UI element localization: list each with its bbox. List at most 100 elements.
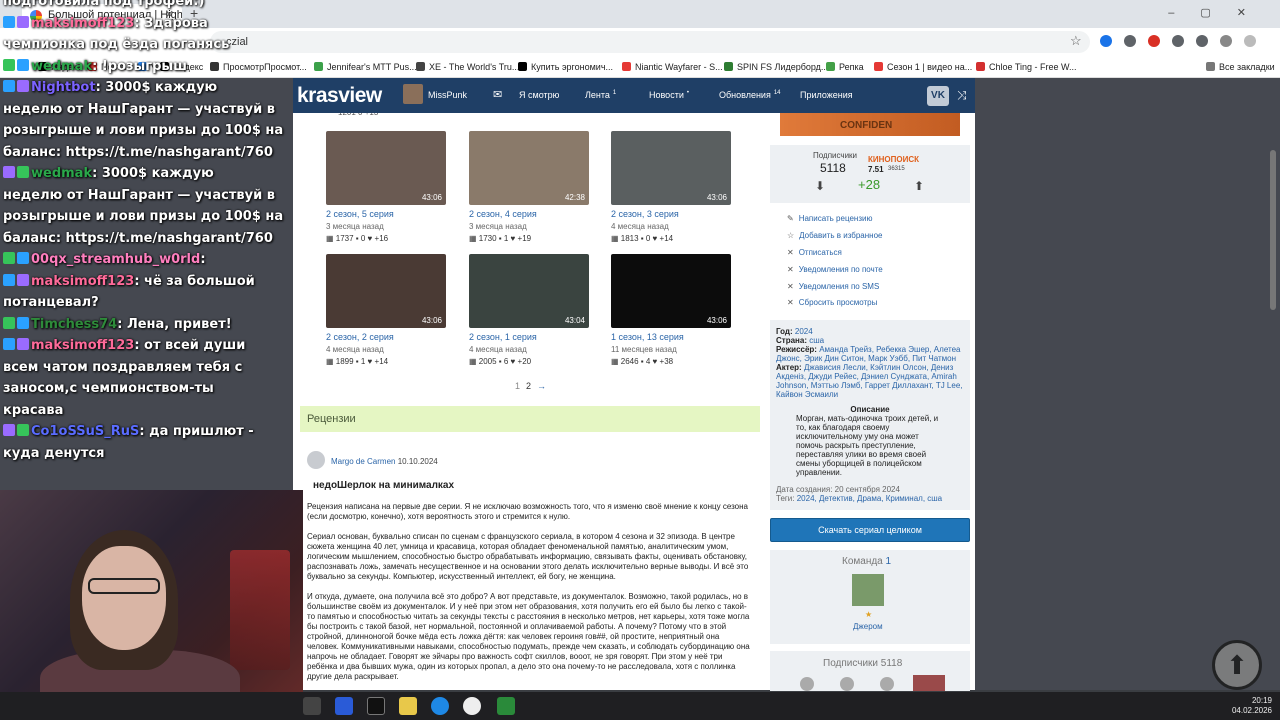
taskbar-app-icon[interactable] [497,697,515,715]
info-value[interactable]: 2024 [795,327,813,336]
bookmark-star-icon[interactable]: ☆ [1070,33,1082,49]
address-input[interactable]: czial [210,31,1090,53]
window-controls[interactable]: –▢✕ [1168,6,1272,19]
action-icon: ☆ [787,231,795,240]
sidebar-action[interactable]: ✎ Написать рецензию [787,214,872,223]
episode-title[interactable]: 2 сезон, 5 серия [326,209,456,219]
chat-badge-icon [3,166,15,178]
download-series-button[interactable]: Скачать сериал целиком [770,518,970,542]
comments-icon: ▪ [638,234,646,243]
bookmark-item[interactable]: Chloe Ting - Free W... [976,62,1077,72]
taskbar-app-icon[interactable] [399,697,417,715]
info-value[interactable]: Джависия Лесли, Кэйтлин Олсон, Дениз Акд… [776,363,963,399]
team-member-name[interactable]: Джером [853,622,883,631]
page-2[interactable]: 2 [526,381,531,391]
chat-message: : 3000$ каждую [95,80,218,95]
user-name[interactable]: MissPunk [428,90,467,100]
episode-card[interactable]: 43:06 2 сезон, 3 серия 4 месяца назад ▦ 181… [611,131,741,243]
episode-title[interactable]: 2 сезон, 1 серия [469,332,599,342]
downloads-icon[interactable] [1196,35,1208,47]
menu-dots-icon[interactable] [1244,35,1256,47]
nav-item-watching[interactable]: Я смотрю [519,90,562,100]
bookmark-item[interactable]: Сезон 1 | видео на... [874,62,972,72]
page-scrollbar[interactable] [1270,150,1276,310]
taskbar-app-icon[interactable] [431,697,449,715]
scroll-to-top-icon[interactable]: ⬆ [1212,640,1262,690]
episode-card[interactable]: 43:06 2 сезон, 5 серия 3 месяца назад ▦ 173… [326,131,456,243]
sidebar-action[interactable]: ☆ Добавить в избранное [787,231,882,240]
episode-title[interactable]: 2 сезон, 3 серия [611,209,741,219]
taskbar-app-icon[interactable] [463,697,481,715]
episode-card[interactable]: 43:06 2 сезон, 2 серия 4 месяца назад ▦ 189… [326,254,456,366]
sidebar-action[interactable]: ✕ Уведомления по SMS [787,282,879,291]
episode-thumbnail[interactable]: 43:06 [611,131,731,205]
subscribers-heading: Подписчики 5118 [823,658,902,669]
tags-value[interactable]: 2024, Детектив, Драма, Криминал, сша [797,494,942,503]
episode-title[interactable]: 2 сезон, 2 серия [326,332,456,342]
chat-message: розыгрыше и лови призы до 100$ на [3,209,284,224]
bookmark-item[interactable]: Все закладки [1206,62,1275,72]
sidebar-action[interactable]: ✕ Сбросить просмотры [787,298,877,307]
vote-up-icon[interactable]: ⬆ [914,179,924,193]
shuffle-icon[interactable]: ⤨ [957,88,967,103]
vk-icon[interactable]: VK [927,86,949,106]
subscriber-avatar[interactable] [880,677,894,691]
system-clock[interactable]: 20:19 04.02.2026 [1232,696,1272,716]
nav-item-updates[interactable]: Обновления 14 [719,90,781,100]
subscriber-avatar[interactable] [840,677,854,691]
bookmark-favicon-icon [976,62,985,71]
subscriber-avatar[interactable] [800,677,814,691]
chat-message: : Лена, привет! [117,316,232,332]
chat-message: всем чатом поздравляем тебя с [3,359,243,375]
bookmark-item[interactable]: Репка [826,62,864,72]
nav-item-feed[interactable]: Лента 1 [585,90,616,100]
bookmark-item[interactable]: Niantic Wayfarer - S... [622,62,723,72]
vote-down-icon[interactable]: ⬇ [815,179,825,193]
site-logo[interactable]: krasview [297,84,382,108]
taskbar-app-icon[interactable] [335,697,353,715]
episode-thumbnail[interactable]: 43:06 [326,131,446,205]
subscriber-avatar[interactable] [913,675,945,691]
page-1[interactable]: 1 [515,381,520,391]
episode-thumbnail[interactable]: 42:38 [469,131,589,205]
extension-icon[interactable] [1124,35,1136,47]
sidebar-action[interactable]: ✕ Уведомления по почте [787,265,883,274]
mail-icon[interactable]: ✉ [493,88,502,101]
next-page-arrow-icon[interactable]: → [537,381,546,391]
chat-message: неделю от НашГарант — участвуй в [3,101,275,117]
user-avatar[interactable] [403,84,423,104]
episode-card[interactable]: 43:06 1 сезон, 13 серия 11 месяцев назад ▦ … [611,254,741,366]
nav-item-apps[interactable]: Приложения [800,90,856,100]
terminal-icon[interactable] [367,697,385,715]
episode-thumbnail[interactable]: 43:04 [469,254,589,328]
extensions-puzzle-icon[interactable] [1172,35,1184,47]
info-value[interactable]: сша [809,336,824,345]
author-name[interactable]: Margo de Carmen [331,457,395,466]
taskbar-app-icon[interactable] [303,697,321,715]
episode-thumbnail[interactable]: 43:06 [611,254,731,328]
sidebar-action[interactable]: ✕ Отписаться [787,248,842,257]
nav-item-news[interactable]: Новости • [649,90,689,100]
extension-icon[interactable] [1148,35,1160,47]
action-label: Уведомления по почте [798,265,883,274]
episode-card[interactable]: 42:38 2 сезон, 4 серия 3 месяца назад ▦ 173… [469,131,599,243]
bookmark-item[interactable]: Купить эргономич... [518,62,613,72]
author-avatar [307,451,325,469]
episode-card[interactable]: 43:04 2 сезон, 1 серия 4 месяца назад ▦ 200… [469,254,599,366]
chat-message: : 3000$ каждую [92,166,214,181]
episode-title[interactable]: 2 сезон, 4 серия [469,209,599,219]
profile-avatar[interactable] [1220,35,1232,47]
chat-line: Nightbot: 3000$ каждую [3,80,217,95]
episode-title[interactable]: 1 сезон, 13 серия [611,332,741,342]
chat-line: неделю от НашГарант — участвуй в [3,188,275,203]
extension-icon[interactable] [1100,35,1112,47]
bookmark-item[interactable]: SPIN FS Лидерборд... [724,62,828,72]
bookmark-item[interactable]: XE - The World's Tru... [416,62,519,72]
action-label: Отписаться [798,248,842,257]
team-member-avatar[interactable] [852,574,884,606]
bookmark-item[interactable]: Jennifear's MTT Pus... [314,62,417,72]
bookmark-label: Сезон 1 | видео на... [887,62,973,72]
episode-thumbnail[interactable]: 43:06 [326,254,446,328]
team-count: 1 [885,556,892,567]
nav-label: Обновления [719,90,771,100]
